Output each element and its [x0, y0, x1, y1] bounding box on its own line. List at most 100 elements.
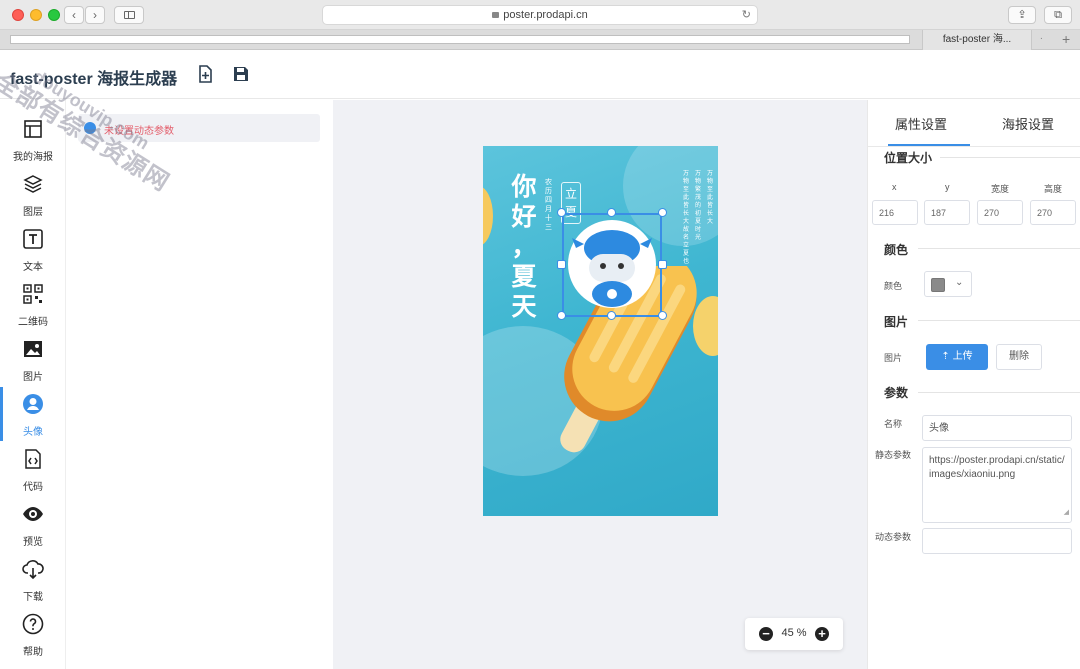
poster-sub-char: 历	[545, 188, 552, 195]
zoom-in-button[interactable]: +	[815, 627, 829, 641]
chevron-down-icon: ⌄	[955, 277, 964, 288]
nav-label: 图片	[23, 372, 43, 383]
download-icon	[22, 560, 44, 580]
nav-label: 头像	[23, 427, 43, 438]
resize-grip-icon[interactable]: ◢	[1064, 506, 1069, 520]
share-button[interactable]: ⇪	[1008, 6, 1036, 24]
poster-title-char: 好	[511, 202, 537, 231]
nav-item-layers[interactable]: 图层	[0, 167, 66, 221]
tab-properties[interactable]: 属性设置	[895, 114, 947, 133]
poster-title-char: 你	[511, 172, 537, 201]
tab-poster-settings[interactable]: 海报设置	[1002, 114, 1054, 133]
poster-box-char: 立	[564, 187, 577, 201]
image-label: 图片	[884, 353, 903, 363]
sidebar-toggle-button[interactable]	[114, 6, 144, 24]
dynamic-param-label: 动态参数	[875, 532, 912, 542]
nav-item-qrcode[interactable]: 二维码	[0, 277, 66, 331]
nav-label: 预览	[23, 537, 43, 548]
url-text: poster.prodapi.cn	[503, 9, 588, 21]
browser-tab-active[interactable]: fast-poster 海...	[922, 30, 1032, 50]
resize-handle[interactable]	[658, 311, 667, 320]
name-label: 名称	[884, 419, 903, 429]
poster-title-char: 天	[511, 292, 537, 321]
poster-title-char: ，	[511, 232, 537, 261]
section-divider	[918, 320, 1080, 321]
section-params-title: 参数	[884, 386, 909, 400]
new-tab-button[interactable]: +	[1062, 31, 1070, 47]
tab-divider	[868, 146, 1080, 147]
nav-item-code[interactable]: 代码	[0, 442, 66, 496]
reload-icon[interactable]: ↻	[742, 6, 751, 24]
color-label: 颜色	[884, 281, 903, 291]
browser-titlebar: ‹ › poster.prodapi.cn ↻ ⇪ ⧉	[0, 0, 1080, 30]
nav-item-image[interactable]: 图片	[0, 332, 66, 386]
close-window-button[interactable]	[12, 9, 24, 21]
tab-more[interactable]: .	[1040, 31, 1043, 42]
tab-overview-button[interactable]: ⧉	[1044, 6, 1072, 24]
properties-panel: 属性设置 海报设置 位置大小 x y 宽度 高度 216 187 270 270…	[867, 100, 1080, 669]
selection-box[interactable]	[562, 213, 662, 317]
static-param-label: 静态参数	[875, 450, 912, 460]
resize-handle[interactable]	[658, 260, 667, 269]
resize-handle[interactable]	[658, 208, 667, 217]
poster-bubble	[483, 186, 493, 246]
resize-handle[interactable]	[607, 311, 616, 320]
back-button[interactable]: ‹	[64, 6, 84, 24]
nav-item-help[interactable]: 帮助	[0, 607, 66, 661]
nav-label: 代码	[23, 482, 43, 493]
height-input[interactable]: 270	[1030, 200, 1076, 225]
zoom-out-button[interactable]: −	[759, 627, 773, 641]
poster-title-char: 夏	[511, 262, 537, 291]
help-icon	[22, 613, 44, 635]
width-input[interactable]: 270	[977, 200, 1023, 225]
minimize-window-button[interactable]	[30, 9, 42, 21]
resize-handle[interactable]	[607, 208, 616, 217]
section-divider	[918, 248, 1080, 249]
delete-button[interactable]: 删除	[996, 344, 1042, 370]
upload-icon: ⇡	[941, 351, 953, 362]
upload-button[interactable]: ⇡ 上传	[926, 344, 988, 370]
poster-sub-char: 月	[545, 206, 552, 213]
static-param-textarea[interactable]: https://poster.prodapi.cn/static/images/…	[922, 447, 1072, 523]
qrcode-icon	[23, 284, 43, 304]
poster-vertical-text: 万物繁茂的初夏时光	[695, 171, 702, 241]
name-input[interactable]: 头像	[922, 415, 1072, 441]
poster-canvas[interactable]: 你 好 ， 夏 天 农 历 四 月 十 三 立 夏 万物至此皆长大故名立夏也 万…	[483, 146, 718, 516]
poster-vertical-text: 万物至此皆长大故名立夏也	[683, 171, 690, 265]
nav-item-text[interactable]: 文本	[0, 222, 66, 276]
color-picker[interactable]: ⌄	[924, 271, 972, 297]
resize-handle[interactable]	[557, 260, 566, 269]
nav-label: 文本	[23, 262, 43, 273]
avatar-icon	[23, 394, 43, 414]
resize-handle[interactable]	[557, 208, 566, 217]
resize-handle[interactable]	[557, 311, 566, 320]
address-bar[interactable]: poster.prodapi.cn ↻	[322, 5, 758, 25]
color-swatch	[931, 278, 945, 292]
canvas-workspace: 你 好 ， 夏 天 农 历 四 月 十 三 立 夏 万物至此皆长大故名立夏也 万…	[333, 100, 867, 669]
new-file-icon[interactable]	[196, 65, 214, 83]
zoom-window-button[interactable]	[48, 9, 60, 21]
lock-icon	[492, 12, 500, 18]
poster-subtitle: 农 历 四 月 十 三	[545, 178, 555, 232]
x-input[interactable]: 216	[872, 200, 918, 225]
tab-blank[interactable]	[10, 35, 910, 44]
forward-button[interactable]: ›	[85, 6, 105, 24]
image-icon	[24, 341, 42, 357]
poster-sub-char: 四	[545, 197, 552, 204]
section-divider	[940, 157, 1080, 158]
section-color-title: 颜色	[884, 243, 909, 257]
nav-item-avatar[interactable]: 头像	[0, 387, 66, 441]
nav-item-preview[interactable]: 预览	[0, 497, 66, 551]
y-input[interactable]: 187	[924, 200, 970, 225]
section-divider	[918, 392, 1080, 393]
poster-sub-char: 三	[545, 224, 552, 231]
eye-icon	[23, 507, 43, 521]
zoom-control: − 45 % +	[745, 618, 843, 650]
poster-sub-char: 农	[545, 179, 552, 186]
nav-item-download[interactable]: 下载	[0, 552, 66, 606]
poster-title: 你 好 ， 夏 天	[509, 172, 539, 322]
save-icon[interactable]	[232, 65, 250, 83]
x-label: x	[892, 182, 897, 192]
dynamic-param-input[interactable]	[922, 528, 1072, 554]
poster-vertical-text: 万物至此皆长大	[707, 171, 714, 225]
